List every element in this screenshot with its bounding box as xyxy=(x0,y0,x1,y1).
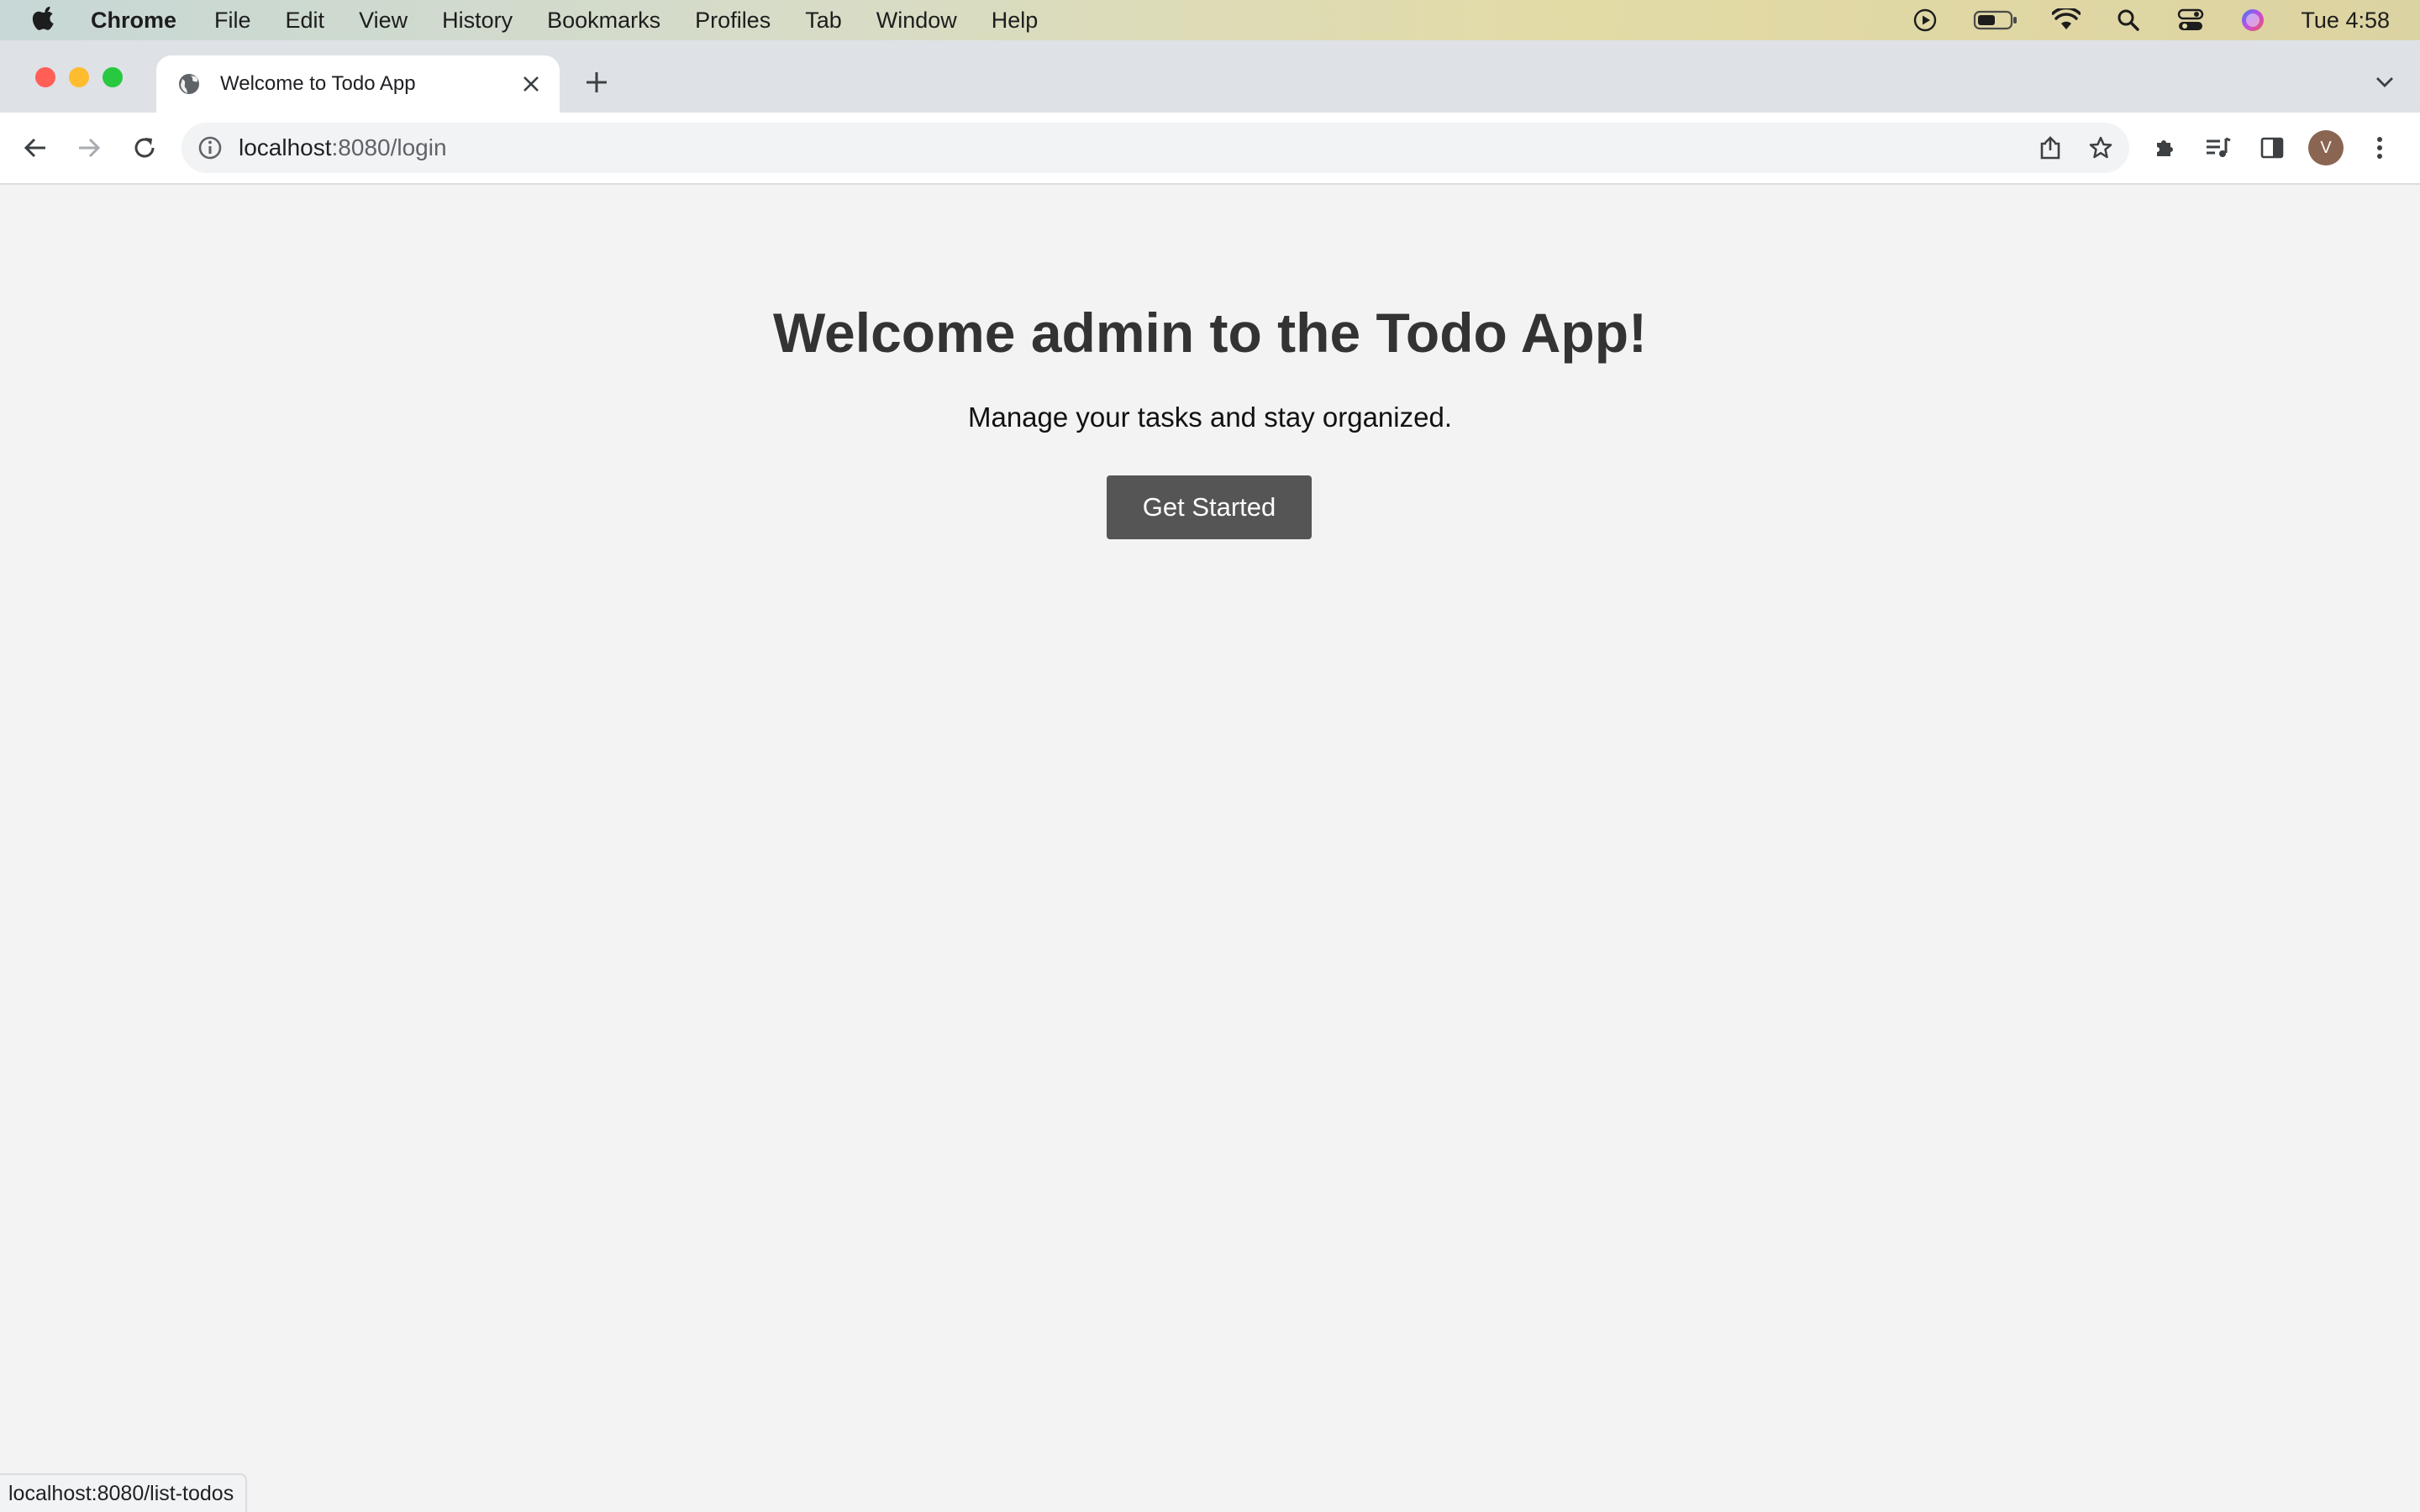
bookmark-star-icon[interactable] xyxy=(2084,131,2118,165)
menu-app-name[interactable]: Chrome xyxy=(91,8,176,34)
browser-tab-strip: Welcome to Todo App xyxy=(0,40,2420,113)
url-host: localhost xyxy=(239,134,332,160)
site-info-icon[interactable] xyxy=(197,134,224,161)
forward-arrow-icon[interactable] xyxy=(71,129,108,166)
menu-history[interactable]: History xyxy=(442,8,513,34)
tab-search-chevron-icon[interactable] xyxy=(2368,66,2402,99)
window-close-button[interactable] xyxy=(35,67,55,87)
wifi-icon[interactable] xyxy=(2052,8,2081,33)
menu-file[interactable]: File xyxy=(214,8,251,34)
share-icon[interactable] xyxy=(2033,131,2067,165)
menu-edit[interactable]: Edit xyxy=(286,8,325,34)
status-bar-url: localhost:8080/list-todos xyxy=(0,1473,248,1512)
spotlight-search-icon[interactable] xyxy=(2114,8,2143,33)
new-tab-plus-icon[interactable] xyxy=(580,66,613,99)
reload-icon[interactable] xyxy=(126,129,163,166)
avatar: V xyxy=(2308,130,2344,165)
apple-logo-icon[interactable] xyxy=(32,6,57,34)
play-circle-icon[interactable] xyxy=(1911,8,1939,33)
menu-window[interactable]: Window xyxy=(876,8,957,34)
globe-icon xyxy=(179,74,199,94)
menu-view[interactable]: View xyxy=(359,8,408,34)
profile-avatar[interactable]: V xyxy=(2307,129,2344,166)
siri-icon[interactable] xyxy=(2238,8,2267,33)
browser-toolbar: localhost:8080/login V xyxy=(0,113,2420,185)
get-started-button[interactable]: Get Started xyxy=(1107,475,1312,539)
browser-tab-active[interactable]: Welcome to Todo App xyxy=(156,55,560,113)
address-url[interactable]: localhost:8080/login xyxy=(239,134,447,161)
address-bar[interactable]: localhost:8080/login xyxy=(182,123,2129,173)
battery-icon[interactable] xyxy=(1973,8,2018,33)
window-zoom-button[interactable] xyxy=(103,67,123,87)
media-control-icon[interactable] xyxy=(2200,129,2237,166)
page-subtitle: Manage your tasks and stay organized. xyxy=(967,402,1452,433)
page-content: Welcome admin to the Todo App! Manage yo… xyxy=(0,185,2420,1512)
extensions-puzzle-icon[interactable] xyxy=(2146,129,2183,166)
menubar-clock[interactable]: Tue 4:58 xyxy=(2301,8,2390,34)
url-path: :8080/login xyxy=(331,134,447,160)
menu-tab[interactable]: Tab xyxy=(805,8,842,34)
kebab-menu-icon[interactable] xyxy=(2361,129,2398,166)
tab-close-icon[interactable] xyxy=(516,69,546,99)
page-title: Welcome admin to the Todo App! xyxy=(772,302,1648,364)
tab-title: Welcome to Todo App xyxy=(220,72,416,95)
macos-menu-bar: Chrome File Edit View History Bookmarks … xyxy=(0,0,2420,40)
menu-bookmarks[interactable]: Bookmarks xyxy=(547,8,660,34)
back-arrow-icon[interactable] xyxy=(17,129,54,166)
menu-profiles[interactable]: Profiles xyxy=(695,8,771,34)
control-center-icon[interactable] xyxy=(2176,8,2205,33)
menu-help[interactable]: Help xyxy=(992,8,1039,34)
window-minimize-button[interactable] xyxy=(69,67,89,87)
side-panel-icon[interactable] xyxy=(2254,129,2291,166)
